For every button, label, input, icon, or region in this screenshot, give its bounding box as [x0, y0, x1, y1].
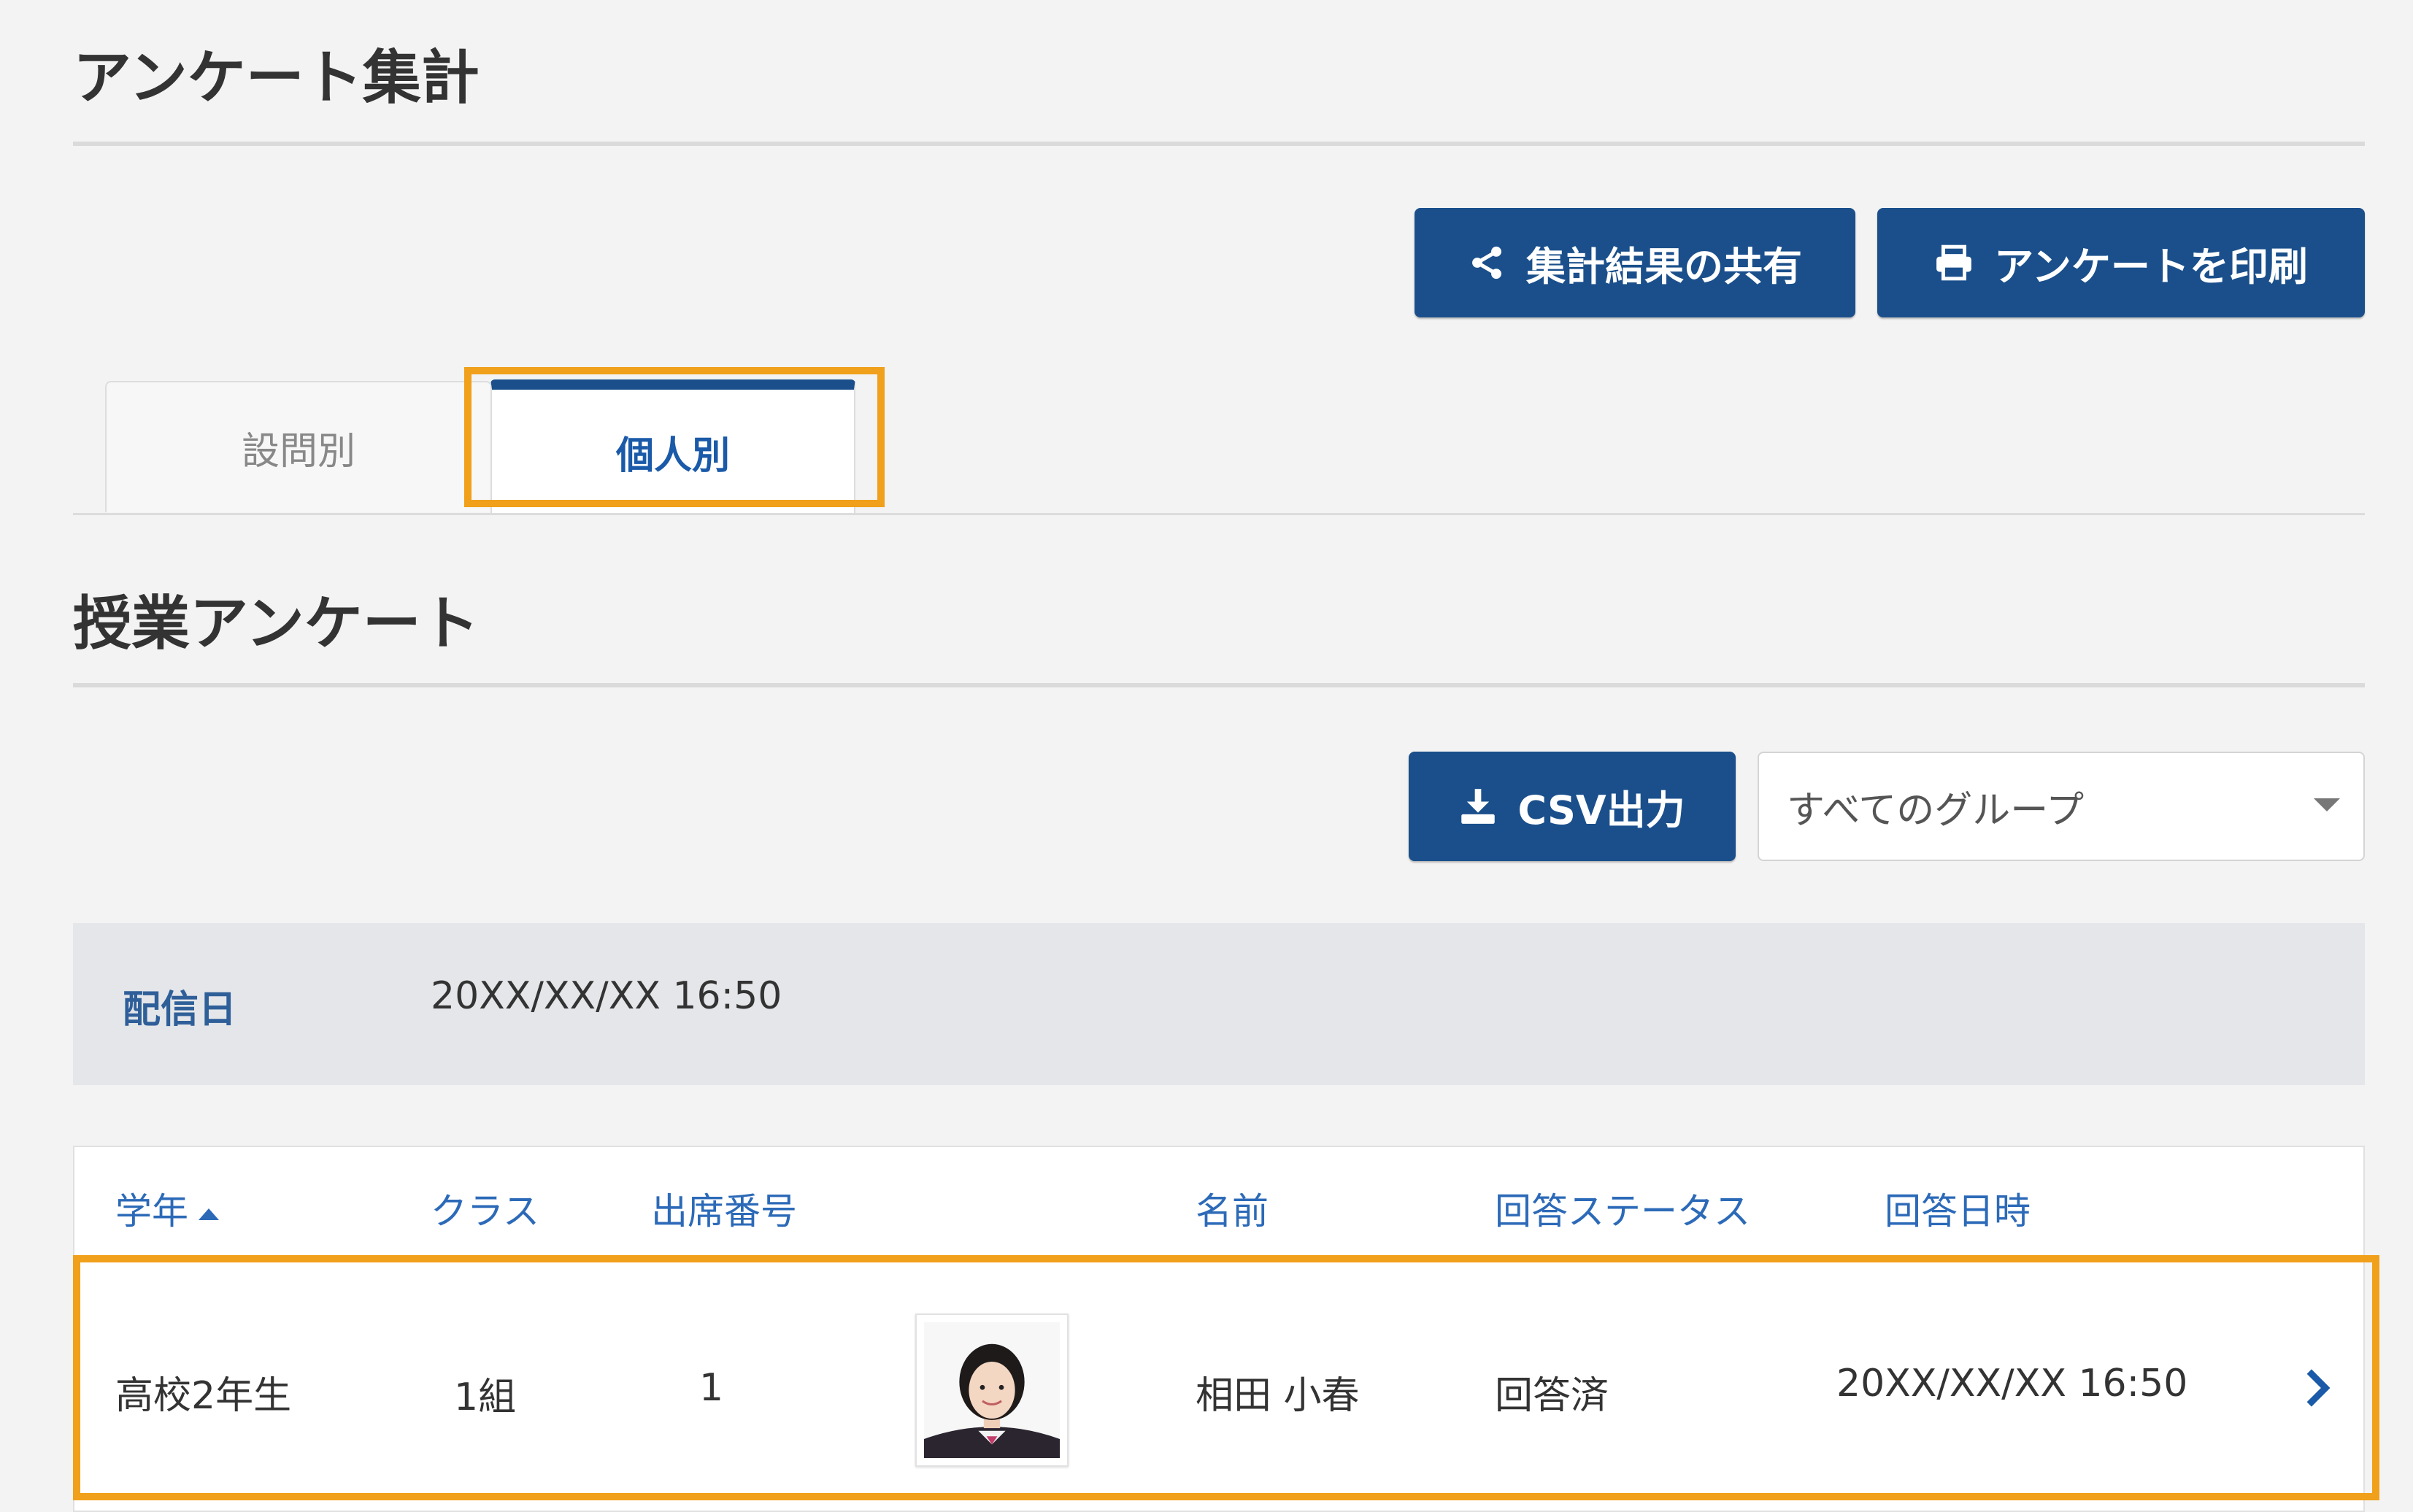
- header-status[interactable]: 回答ステータス: [1495, 1182, 1750, 1235]
- header-name[interactable]: 名前: [1196, 1182, 1269, 1235]
- tab-by-question[interactable]: 設問別: [105, 381, 492, 512]
- share-icon: [1472, 246, 1501, 279]
- share-results-button[interactable]: 集計結果の共有: [1415, 208, 1855, 317]
- cell-status: 回答済: [1495, 1374, 1609, 1418]
- cell-number: 1: [699, 1366, 724, 1410]
- print-survey-label: アンケートを印刷: [1994, 243, 2308, 290]
- sort-asc-icon: [199, 1208, 219, 1220]
- delivery-date-label: 配信日: [123, 988, 237, 1032]
- student-avatar-image: [924, 1322, 1060, 1458]
- download-icon: [1461, 789, 1496, 824]
- header-answered-at[interactable]: 回答日時: [1885, 1182, 2031, 1235]
- print-survey-button[interactable]: アンケートを印刷: [1877, 208, 2365, 317]
- delivery-info: 配信日 20XX/XX/XX 16:50: [73, 923, 2365, 1085]
- header-grade[interactable]: 学年: [115, 1182, 219, 1235]
- delivery-date-value: 20XX/XX/XX 16:50: [431, 974, 782, 1018]
- header-class[interactable]: クラス: [431, 1182, 539, 1235]
- tab-by-question-label: 設問別: [241, 429, 355, 474]
- header-grade-label: 学年: [115, 1190, 188, 1233]
- cell-name: 相田 小春: [1196, 1374, 1360, 1418]
- tab-by-individual[interactable]: 個人別: [490, 379, 855, 514]
- survey-title: 授業アンケート: [73, 590, 480, 657]
- title-divider: [73, 142, 2365, 146]
- header-number[interactable]: 出席番号: [651, 1182, 797, 1235]
- header-separator: [74, 1255, 2363, 1257]
- group-select[interactable]: すべてのグループ: [1758, 752, 2365, 861]
- tab-by-individual-label: 個人別: [615, 434, 730, 478]
- tab-baseline: [73, 513, 2365, 515]
- chevron-right-icon[interactable]: [2305, 1368, 2330, 1408]
- printer-icon: [1936, 244, 1971, 281]
- cell-class: 1組: [454, 1376, 517, 1419]
- page-title: アンケート集計: [73, 44, 480, 112]
- cell-answered-at: 20XX/XX/XX 16:50: [1836, 1362, 2188, 1405]
- chevron-down-icon: [2314, 798, 2340, 811]
- share-results-label: 集計結果の共有: [1526, 243, 1802, 290]
- group-select-value: すべてのグループ: [1787, 788, 2085, 833]
- cell-grade: 高校2年生: [115, 1374, 292, 1418]
- csv-export-button[interactable]: CSV出力: [1409, 752, 1736, 861]
- csv-export-label: CSV出力: [1517, 787, 1685, 833]
- survey-title-divider: [73, 683, 2365, 687]
- student-photo: [915, 1314, 1069, 1467]
